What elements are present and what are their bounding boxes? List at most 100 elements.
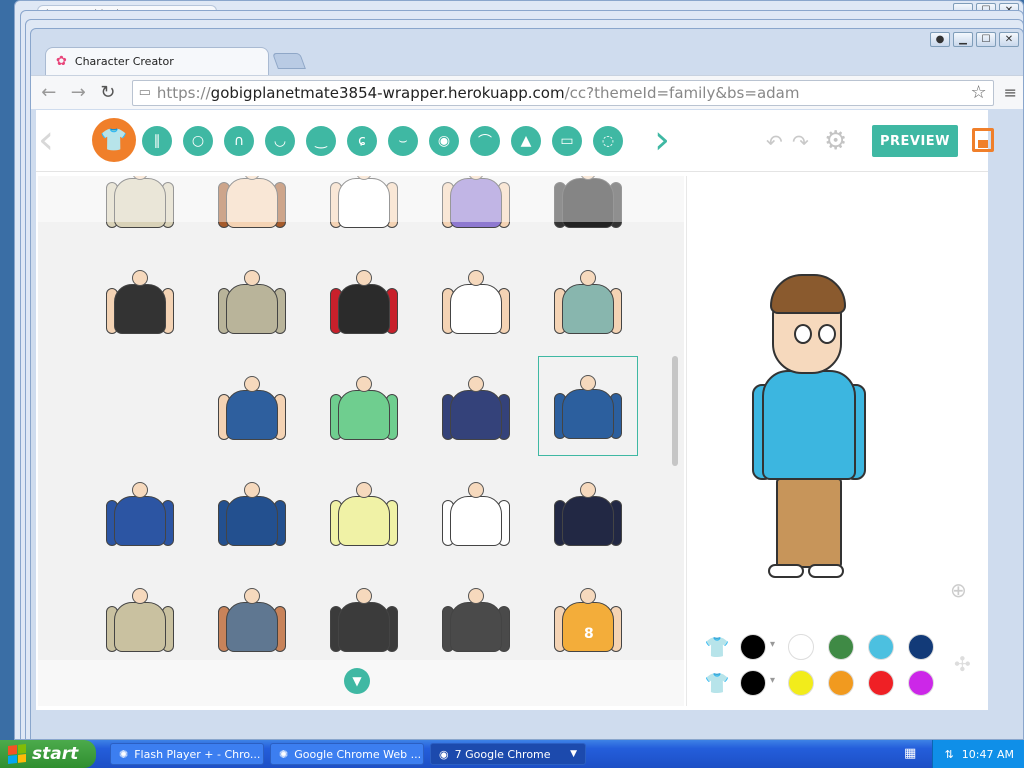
category-pants-icon[interactable]: ∥ xyxy=(142,126,172,156)
outfit-overalls[interactable] xyxy=(202,568,302,668)
category-ear-icon[interactable]: ɕ xyxy=(347,126,377,156)
outfit-police-shirt[interactable] xyxy=(90,462,190,562)
chevron-down-icon[interactable]: ▼ xyxy=(570,749,577,759)
zoom-icon[interactable]: ⊕ xyxy=(950,578,967,602)
scroll-down-button[interactable]: ▼ xyxy=(344,668,370,694)
menu-icon[interactable]: ≡ xyxy=(1004,83,1017,102)
outfit-panel: ▲ ▼ 8 xyxy=(38,176,684,706)
forward-icon[interactable]: → xyxy=(69,82,89,103)
outfit-teal-tee[interactable] xyxy=(538,250,638,350)
url-host: gobigplanetmate3854-wrapper.herokuapp.co… xyxy=(210,83,565,102)
primary-color-swatch-3[interactable] xyxy=(868,634,894,660)
secondary-color-swatch-2[interactable] xyxy=(828,670,854,696)
primary-color-swatch-2[interactable] xyxy=(828,634,854,660)
jersey-number: 8 xyxy=(584,626,594,642)
back-icon[interactable]: ← xyxy=(39,82,59,103)
task-label: 7 Google Chrome xyxy=(454,747,551,761)
primary-color-row: 👕 xyxy=(704,634,934,660)
outfit-basketball-jersey[interactable]: 8 xyxy=(538,568,638,668)
outfit-superhero-suit[interactable] xyxy=(314,250,414,350)
taskbar-item-chrome-web[interactable]: ✺ Google Chrome Web ... xyxy=(270,743,424,765)
outfit-soldier-gear[interactable] xyxy=(90,568,190,668)
character-preview xyxy=(752,274,866,586)
chrome-icon: ◉ xyxy=(439,747,449,761)
start-label: start xyxy=(32,744,79,764)
primary-color-swatch-4[interactable] xyxy=(908,634,934,660)
category-chin-icon[interactable]: ⌣ xyxy=(388,126,418,156)
bookmark-star-icon[interactable]: ☆ xyxy=(970,82,986,103)
minimize-icon[interactable]: ▁ xyxy=(953,32,973,47)
outfit-blue-stripe-tee[interactable] xyxy=(202,356,302,456)
primary-color-swatch-0[interactable] xyxy=(740,634,775,660)
undo-icon[interactable]: ↶ xyxy=(766,130,783,154)
category-mouth-icon[interactable]: ‿ xyxy=(306,126,336,156)
secondary-color-swatch-4[interactable] xyxy=(908,670,934,696)
preview-button[interactable]: PREVIEW xyxy=(872,125,958,157)
keyboard-icon[interactable]: ▦ xyxy=(904,746,916,761)
panel-top-fade xyxy=(38,176,684,222)
category-bar: ‹ 👕 ∥ ○ ∩ ◡ ‿ ɕ ⌣ ◉ ⌒ ▲ ▭ ◌ › ↶ ↷ ⚙ PREVIEW xyxy=(36,110,994,172)
move-icon[interactable]: ✣ xyxy=(954,652,971,676)
category-face-icon[interactable]: ◡ xyxy=(265,126,295,156)
category-eyebrows-icon[interactable]: ⌒ xyxy=(470,126,500,156)
new-tab-button[interactable] xyxy=(272,53,306,69)
outfit-green-tee[interactable] xyxy=(314,356,414,456)
panel-scrollbar[interactable] xyxy=(672,186,678,706)
taskbar-item-flash-player[interactable]: ✺ Flash Player + - Chro... xyxy=(110,743,264,765)
character-pants xyxy=(776,478,842,568)
prev-category-arrow[interactable]: ‹ xyxy=(38,120,54,160)
primary-color-shirt-icon: 👕 xyxy=(704,635,730,659)
secondary-color-swatch-0[interactable] xyxy=(740,670,775,696)
maximize-icon[interactable]: ☐ xyxy=(976,32,996,47)
network-icon[interactable]: ⇅ xyxy=(945,748,954,761)
outfit-navy-blazer[interactable] xyxy=(426,356,526,456)
app-icon: ✺ xyxy=(119,747,129,761)
secondary-color-shirt-icon: 👕 xyxy=(704,671,730,695)
outfit-blue-hoodie[interactable] xyxy=(538,356,638,456)
panel-divider xyxy=(686,176,687,706)
outfit-zombie-rags[interactable] xyxy=(426,568,526,668)
start-button[interactable]: start xyxy=(0,740,96,768)
category-facial-mark-icon[interactable]: ◌ xyxy=(593,126,623,156)
address-bar[interactable]: ▭ https://gobigplanetmate3854-wrapper.he… xyxy=(131,79,994,106)
outfit-yellow-shirt[interactable] xyxy=(314,462,414,562)
taskbar-item-google-chrome[interactable]: ◉ 7 Google Chrome ▼ xyxy=(430,743,586,765)
url-path: /cc?themeId=family&bs=adam xyxy=(564,83,800,102)
secondary-color-swatch-1[interactable] xyxy=(788,670,814,696)
windows-flag-icon xyxy=(8,744,26,764)
redo-icon[interactable]: ↷ xyxy=(792,130,809,154)
tab-character-creator[interactable]: ✿ Character Creator xyxy=(45,47,269,75)
category-hair-icon[interactable]: ∩ xyxy=(224,126,254,156)
next-category-arrow[interactable]: › xyxy=(654,120,670,160)
category-glasses-icon[interactable]: ▭ xyxy=(552,126,582,156)
settings-gear-icon[interactable]: ⚙ xyxy=(824,126,847,156)
reload-icon[interactable]: ↻ xyxy=(98,82,118,103)
scrollbar-thumb[interactable] xyxy=(672,356,678,466)
taskbar: start ✺ Flash Player + - Chro... ✺ Googl… xyxy=(0,740,1024,768)
outfit-pilot-shirt-tie[interactable] xyxy=(426,250,526,350)
secondary-color-row: 👕 xyxy=(704,670,934,696)
task-label: Google Chrome Web ... xyxy=(294,747,422,761)
category-shirt-icon[interactable]: 👕 xyxy=(92,118,136,162)
character-hoodie xyxy=(762,370,856,480)
outfit-woodland-camo-jacket[interactable] xyxy=(202,250,302,350)
outfit-white-dress-shirt[interactable] xyxy=(426,462,526,562)
outfit-leather-jacket[interactable] xyxy=(314,568,414,668)
secondary-color-swatch-3[interactable] xyxy=(868,670,894,696)
user-icon[interactable]: ● xyxy=(930,32,950,47)
save-icon[interactable] xyxy=(972,128,994,152)
close-icon[interactable]: ✕ xyxy=(999,32,1019,47)
category-head-icon[interactable]: ○ xyxy=(183,126,213,156)
clock: 10:47 AM xyxy=(961,747,1014,761)
primary-color-swatch-1[interactable] xyxy=(788,634,814,660)
task-label: Flash Player + - Chro... xyxy=(134,747,261,761)
outfit-tuxedo[interactable] xyxy=(538,462,638,562)
category-nose-icon[interactable]: ▲ xyxy=(511,126,541,156)
category-eye-icon[interactable]: ◉ xyxy=(429,126,459,156)
outfit-black-tank-top[interactable] xyxy=(90,250,190,350)
browser-toolbar: ← → ↻ ▭ https://gobigplanetmate3854-wrap… xyxy=(31,75,1023,109)
url-scheme: https:// xyxy=(156,83,211,102)
app-icon: ✺ xyxy=(279,747,289,761)
outfit-puffer-jacket[interactable] xyxy=(202,462,302,562)
favicon-icon: ✿ xyxy=(56,54,67,69)
